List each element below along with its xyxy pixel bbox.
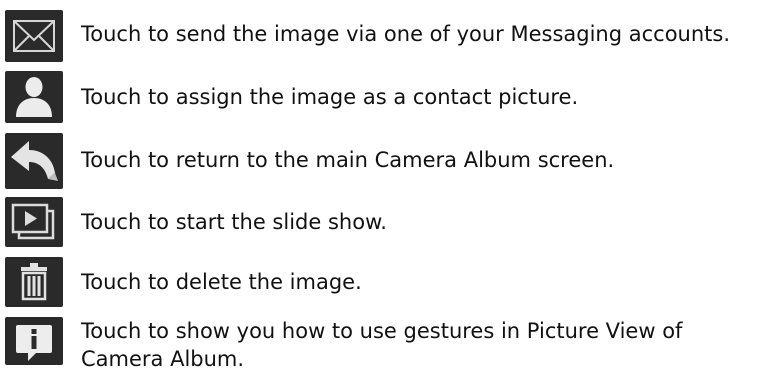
info-icon <box>5 317 63 365</box>
list-item-text: Touch to delete the image. <box>81 270 362 294</box>
slideshow-icon <box>5 197 63 247</box>
list-item-text: Touch to show you how to use gestures in… <box>81 319 683 371</box>
list-item-back: Touch to return to the main Camera Album… <box>0 133 770 189</box>
list-item-delete: Touch to delete the image. <box>0 257 770 307</box>
list-item-send: Touch to send the image via one of your … <box>0 10 770 62</box>
list-item-text: Touch to return to the main Camera Album… <box>81 148 615 172</box>
list-item-text: Touch to start the slide show. <box>81 210 387 234</box>
trash-icon <box>5 257 63 307</box>
list-item-contact: Touch to assign the image as a contact p… <box>0 71 770 123</box>
contact-person-icon <box>5 71 63 123</box>
back-arrow-icon <box>5 133 63 189</box>
envelope-icon <box>5 10 63 62</box>
list-item-slideshow: Touch to start the slide show. <box>0 197 770 247</box>
list-item-info: Touch to show you how to use gestures in… <box>0 317 770 375</box>
list-item-text: Touch to assign the image as a contact p… <box>81 85 579 109</box>
list-item-text: Touch to send the image via one of your … <box>81 22 731 46</box>
